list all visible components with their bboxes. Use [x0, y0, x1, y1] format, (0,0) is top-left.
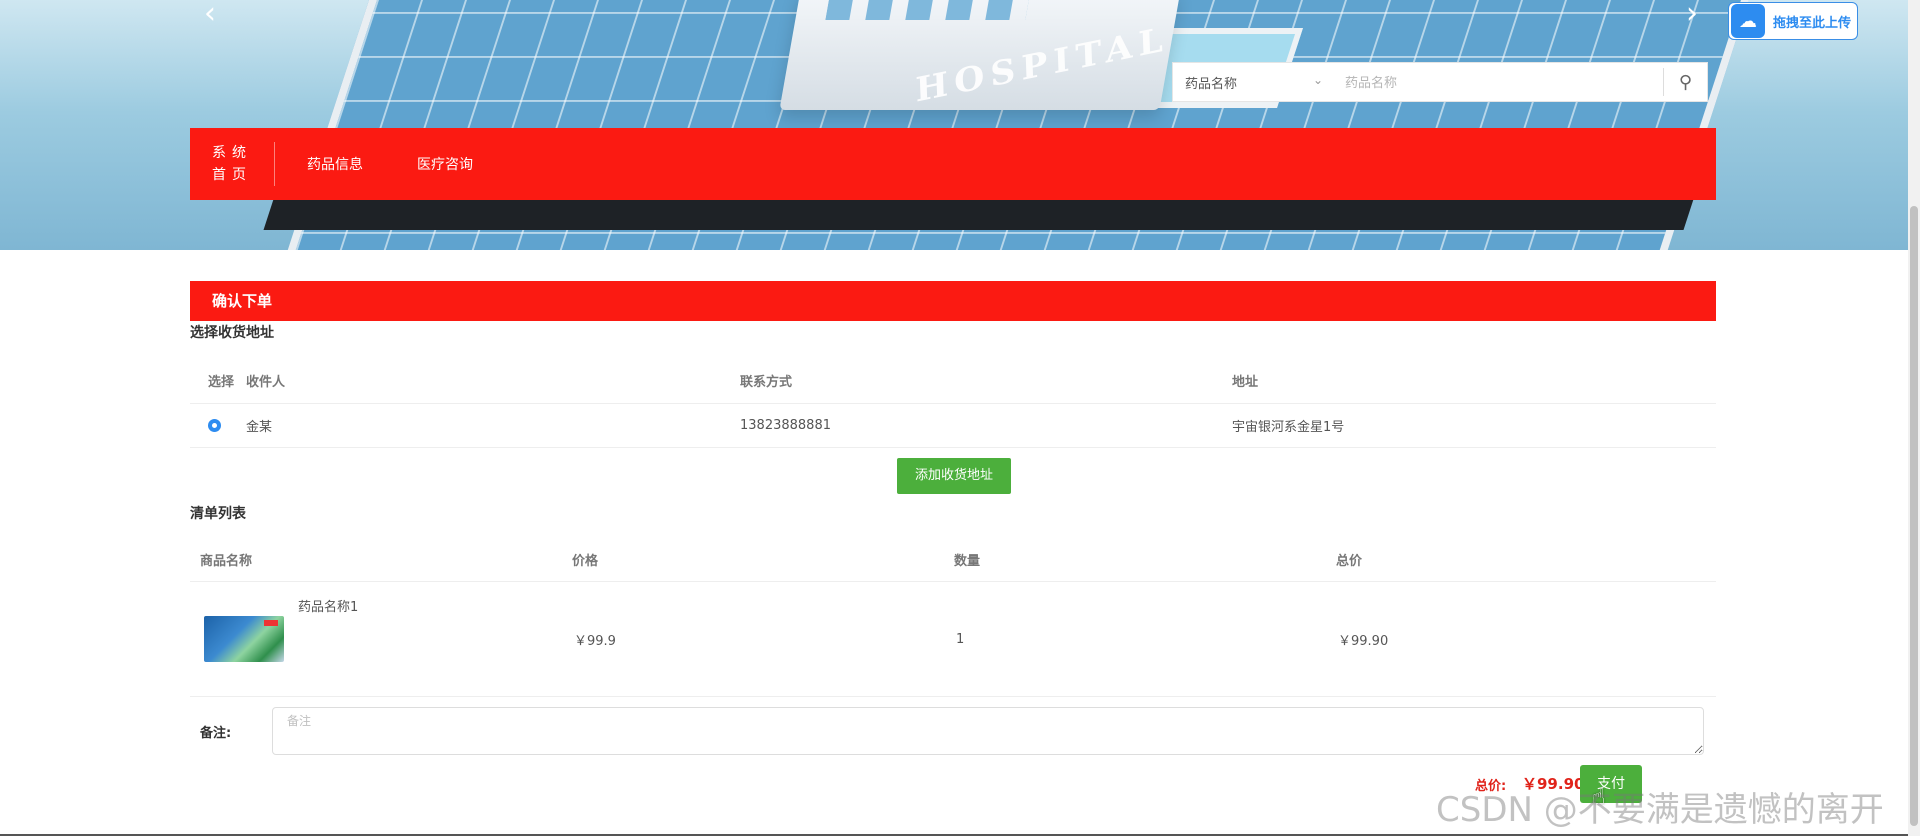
product-name: 药品名称1: [298, 600, 359, 615]
nav-home-line2: 首页: [212, 167, 252, 183]
search-input[interactable]: [1335, 67, 1663, 97]
watermark-text: CSDN @不要满是遗憾的离开: [1436, 790, 1884, 830]
add-address-button[interactable]: 添加收货地址: [896, 457, 1011, 494]
upload-label: 拖拽至此上传: [1773, 15, 1852, 31]
address-phone: 13823888881: [740, 403, 1232, 448]
items-col-total: 总价: [1336, 537, 1716, 582]
list-section-title: 清单列表: [190, 505, 246, 522]
banner-next-arrow-icon[interactable]: ›: [1686, 0, 1698, 31]
upload-drop-button[interactable]: ☁ 拖拽至此上传: [1728, 2, 1858, 40]
item-quantity: 1: [954, 581, 1336, 697]
item-total: ￥99.90: [1336, 581, 1716, 697]
nav-item-drug-info[interactable]: 药品信息: [307, 154, 363, 174]
nav-home[interactable]: 系统 首页: [190, 142, 275, 186]
search-icon[interactable]: ⚲: [1663, 68, 1707, 96]
banner-prev-arrow-icon[interactable]: ‹: [204, 0, 216, 31]
item-price: ￥99.9: [572, 581, 954, 697]
scrollbar-thumb[interactable]: [1910, 206, 1918, 826]
search-bar: 药品名称 ⌄ ⚲: [1172, 62, 1708, 102]
items-col-price: 价格: [572, 537, 954, 582]
table-row: 药品名称1 ￥99.9 1 ￥99.90: [190, 581, 1716, 697]
address-text: 宇宙银河系金星1号: [1232, 403, 1716, 448]
remark-row: 备注:: [190, 707, 1716, 755]
main-nav: 系统 首页 药品信息 医疗咨询: [190, 128, 1716, 200]
banner-building-label: HOSPITAL: [914, 19, 1170, 111]
address-row[interactable]: 金某 13823888881 宇宙银河系金星1号: [190, 403, 1716, 448]
banner-hospital-building: HOSPITAL: [779, 0, 1181, 111]
address-section-title: 选择收货地址: [190, 325, 274, 341]
hero-banner: HOSPITAL ‹ › 药品名称 ⌄ ⚲: [0, 0, 1908, 250]
address-col-address: 地址: [1232, 359, 1716, 404]
page-scrollbar[interactable]: [1908, 0, 1920, 836]
address-col-recipient: 收件人: [246, 359, 740, 404]
nav-home-line1: 系统: [212, 145, 252, 161]
order-confirm-panel: 确认下单 选择收货地址 选择 收件人 联系方式 地址 金某 1382388888…: [190, 281, 1716, 810]
address-col-phone: 联系方式: [740, 359, 1232, 404]
nav-item-medical-consult[interactable]: 医疗咨询: [417, 154, 473, 174]
product-cell: 药品名称1: [190, 582, 572, 696]
remark-label: 备注:: [200, 725, 232, 741]
items-col-quantity: 数量: [954, 537, 1336, 582]
address-table: 选择 收件人 联系方式 地址 金某 13823888881 宇宙银河系金星1号: [190, 359, 1716, 448]
remark-textarea[interactable]: [272, 707, 1704, 755]
chevron-down-icon: ⌄: [1312, 73, 1323, 87]
address-radio[interactable]: [208, 418, 221, 432]
product-image: [204, 616, 284, 662]
items-col-name: 商品名称: [190, 537, 572, 582]
search-type-value: 药品名称: [1185, 76, 1238, 92]
order-items-table: 商品名称 价格 数量 总价 药品名称1 ￥99.9 1 ￥99.90: [190, 537, 1716, 697]
order-title: 确认下单: [190, 281, 1716, 321]
search-type-select[interactable]: 药品名称 ⌄: [1173, 63, 1335, 101]
address-recipient: 金某: [246, 403, 740, 448]
address-col-select: 选择: [190, 359, 246, 404]
cloud-upload-icon: ☁: [1731, 4, 1765, 38]
